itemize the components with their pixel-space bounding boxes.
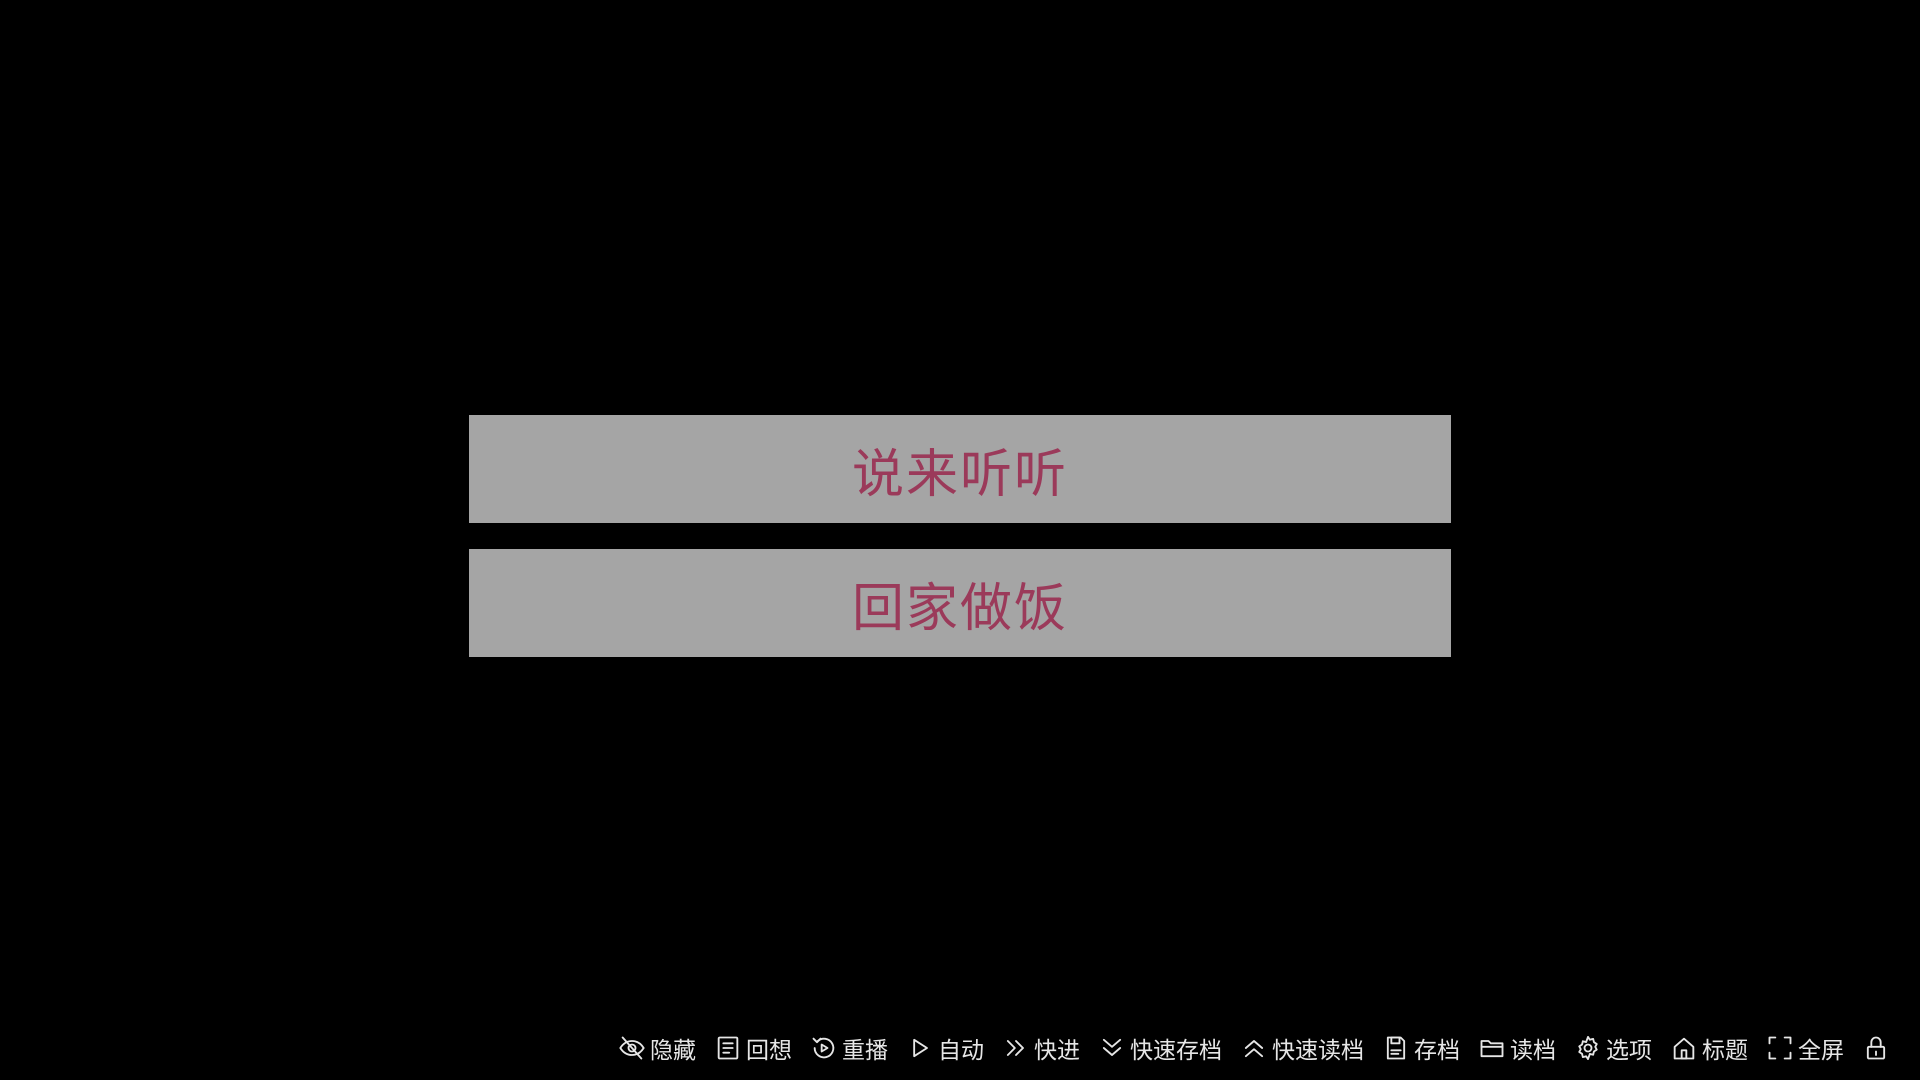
- fast-forward-icon: [1002, 1034, 1030, 1062]
- quick-load-button[interactable]: 快速读档: [1240, 1031, 1364, 1065]
- lock-icon: [1862, 1034, 1890, 1062]
- hide-label: 隐藏: [650, 1038, 696, 1064]
- choice-label: 回家做饭: [851, 578, 1068, 639]
- skip-button[interactable]: 快进: [1002, 1031, 1080, 1065]
- fullscreen-label: 全屏: [1798, 1038, 1844, 1064]
- chevron-down-icon: [1098, 1034, 1126, 1062]
- title-label: 标题: [1702, 1038, 1748, 1064]
- eye-off-icon: [618, 1034, 646, 1062]
- play-icon: [906, 1034, 934, 1062]
- quick-load-label: 快速读档: [1272, 1038, 1364, 1064]
- history-button[interactable]: 回想: [714, 1031, 792, 1065]
- replay-label: 重播: [842, 1038, 888, 1064]
- list-icon: [714, 1034, 742, 1062]
- auto-label: 自动: [938, 1038, 984, 1064]
- folder-icon: [1478, 1034, 1506, 1062]
- hide-button[interactable]: 隐藏: [618, 1031, 696, 1065]
- game-screen: 说来听听 回家做饭 隐藏 回想 重播 自动 快进 快速存档 快速读档 存档 读档…: [0, 0, 1920, 1080]
- options-button[interactable]: 选项: [1574, 1031, 1652, 1065]
- replay-button[interactable]: 重播: [810, 1031, 888, 1065]
- history-label: 回想: [746, 1038, 792, 1064]
- skip-label: 快进: [1034, 1038, 1080, 1064]
- options-label: 选项: [1606, 1038, 1652, 1064]
- load-button[interactable]: 读档: [1478, 1031, 1556, 1065]
- save-label: 存档: [1414, 1038, 1460, 1064]
- save-button[interactable]: 存档: [1382, 1031, 1460, 1065]
- choice-label: 说来听听: [851, 444, 1068, 505]
- fullscreen-icon: [1766, 1034, 1794, 1062]
- replay-icon: [810, 1034, 838, 1062]
- quick-save-button[interactable]: 快速存档: [1098, 1031, 1222, 1065]
- load-label: 读档: [1510, 1038, 1556, 1064]
- title-button[interactable]: 标题: [1670, 1031, 1748, 1065]
- lock-button[interactable]: [1862, 1034, 1890, 1062]
- choice-button-2[interactable]: 回家做饭: [469, 549, 1451, 657]
- choice-button-1[interactable]: 说来听听: [469, 415, 1451, 523]
- chevron-up-icon: [1240, 1034, 1268, 1062]
- save-icon: [1382, 1034, 1410, 1062]
- home-icon: [1670, 1034, 1698, 1062]
- quick-menu-toolbar: 隐藏 回想 重播 自动 快进 快速存档 快速读档 存档 读档 选项 标题 全屏: [618, 1028, 1890, 1068]
- fullscreen-button[interactable]: 全屏: [1766, 1031, 1844, 1065]
- quick-save-label: 快速存档: [1130, 1038, 1222, 1064]
- auto-button[interactable]: 自动: [906, 1031, 984, 1065]
- choice-menu: 说来听听 回家做饭: [469, 415, 1451, 683]
- gear-icon: [1574, 1034, 1602, 1062]
